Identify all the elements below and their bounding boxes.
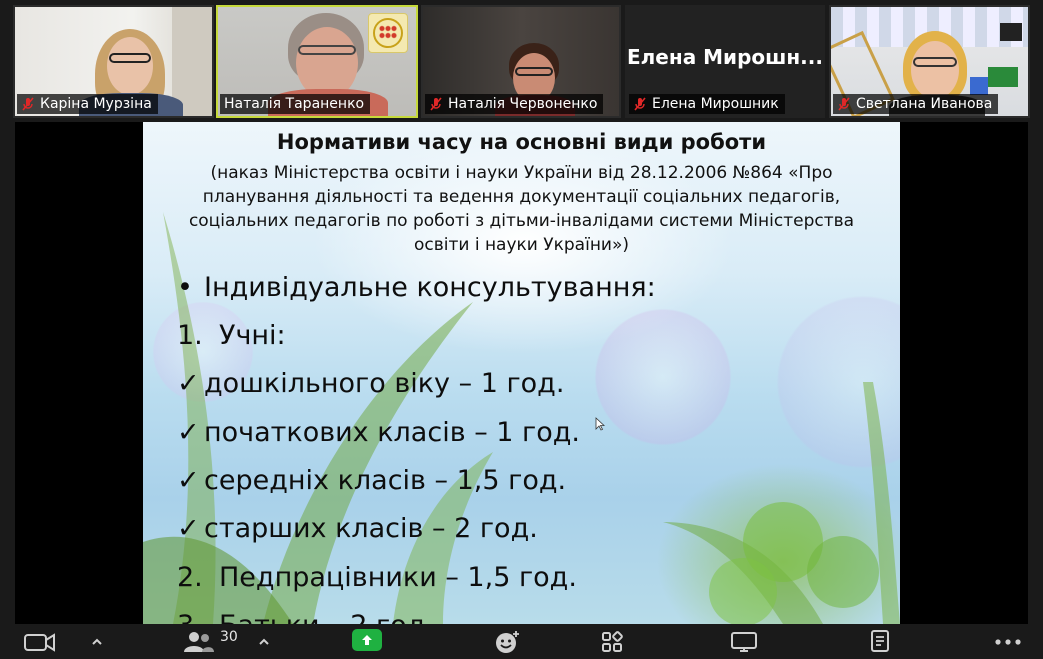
reactions-icon bbox=[496, 631, 519, 653]
slide-line-text: Батьки – 2 год. bbox=[219, 610, 434, 624]
slide-line: ✓ дошкільного віку – 1 год. bbox=[177, 368, 564, 399]
slide-line: 1. Учні: bbox=[177, 320, 286, 351]
slide-line-text: дошкільного віку – 1 год. bbox=[204, 368, 565, 399]
slide-line-text: Педпрацівники – 1,5 год. bbox=[219, 562, 577, 593]
slide-line: ✓ старших класів – 2 год. bbox=[177, 513, 538, 544]
slide-line-text: старших класів – 2 год. bbox=[204, 513, 538, 544]
participants-count: 30 bbox=[220, 629, 238, 645]
slide-line-text: Учні: bbox=[219, 320, 286, 351]
slide-line-text: Індивідуальне консультування: bbox=[204, 272, 656, 303]
bullet-marker: 1. bbox=[177, 320, 203, 351]
participant-tile-elena-miroshnik[interactable]: Елена Мирошн... Елена Мирошник bbox=[625, 5, 825, 118]
participant-nameplate: Елена Мирошник bbox=[629, 94, 785, 114]
participant-tile-natalia-chervonenko[interactable]: Наталія Червоненко bbox=[421, 5, 621, 118]
slide-line: ✓ початкових класів – 1 год. bbox=[177, 417, 580, 448]
more-icon bbox=[995, 639, 1021, 645]
participant-name: Светлана Иванова bbox=[856, 96, 993, 112]
meeting-toolbar: 30 bbox=[0, 624, 1043, 659]
participant-nameplate: Наталія Тараненко bbox=[220, 94, 371, 114]
participant-nameplate: Каріна Мурзіна bbox=[17, 94, 158, 114]
notes-icon bbox=[871, 630, 889, 652]
bullet-marker: 3. bbox=[177, 610, 219, 624]
chevron-up-icon bbox=[259, 638, 269, 645]
apps-icon bbox=[602, 631, 623, 652]
share-screen-icon bbox=[362, 635, 372, 645]
whiteboard-icon bbox=[731, 632, 757, 652]
reactions-button[interactable] bbox=[494, 628, 522, 656]
mic-muted-icon bbox=[429, 97, 443, 111]
participant-nameplate: Наталія Червоненко bbox=[425, 94, 604, 114]
mouse-cursor-icon bbox=[595, 417, 605, 431]
slide-title: Нормативи часу на основні види роботи bbox=[276, 130, 767, 154]
participant-name: Каріна Мурзіна bbox=[40, 96, 152, 112]
participants-options-button[interactable] bbox=[258, 628, 270, 656]
participant-tile-natalia-taranenko[interactable]: Наталія Тараненко bbox=[216, 5, 418, 118]
mic-muted-icon bbox=[21, 97, 35, 111]
video-options-button[interactable] bbox=[91, 628, 103, 656]
participants-icon bbox=[184, 632, 214, 652]
participant-name: Наталія Червоненко bbox=[448, 96, 598, 112]
camera-icon bbox=[24, 633, 55, 652]
organization-logo bbox=[368, 13, 408, 53]
participant-tile-svetlana-ivanova[interactable]: Светлана Иванова bbox=[829, 5, 1030, 118]
check-icon: ✓ bbox=[177, 513, 200, 544]
chevron-up-icon bbox=[92, 638, 102, 645]
participants-button[interactable]: 30 bbox=[182, 628, 238, 656]
mic-muted-icon bbox=[837, 97, 851, 111]
participant-name: Наталія Тараненко bbox=[224, 96, 365, 112]
slide-line: 3.Батьки – 2 год. bbox=[177, 610, 434, 624]
check-icon: ✓ bbox=[177, 417, 200, 448]
slide-line-text: початкових класів – 1 год. bbox=[204, 417, 580, 448]
participant-tile-karina[interactable]: Каріна Мурзіна bbox=[13, 5, 214, 118]
participant-nameplate: Светлана Иванова bbox=[833, 94, 999, 114]
slide-subtitle: (наказ Міністерства освіти і науки Украї… bbox=[188, 163, 855, 255]
apps-button[interactable] bbox=[600, 628, 624, 656]
more-button[interactable] bbox=[994, 628, 1022, 656]
bullet-marker: 2. bbox=[177, 562, 203, 593]
whiteboard-button[interactable] bbox=[730, 628, 758, 656]
slide-line: 2. Педпрацівники – 1,5 год. bbox=[177, 562, 577, 593]
participant-name: Елена Мирошник bbox=[652, 96, 779, 112]
shared-screen: Нормативи часу на основні види роботи (н… bbox=[15, 122, 1028, 624]
bullet-marker: • bbox=[177, 272, 193, 303]
slide-line: • Індивідуальне консультування: bbox=[177, 272, 656, 303]
mic-muted-icon bbox=[633, 97, 647, 111]
presentation-slide: Нормативи часу на основні види роботи (н… bbox=[143, 122, 900, 624]
notes-button[interactable] bbox=[868, 628, 892, 656]
slide-line-text: середніх класів – 1,5 год. bbox=[204, 465, 567, 496]
participant-gallery: Каріна Мурзіна Наталія Тараненко Наталія… bbox=[0, 0, 1043, 122]
check-icon: ✓ bbox=[177, 368, 200, 399]
share-screen-button[interactable] bbox=[352, 629, 382, 651]
video-button[interactable] bbox=[24, 628, 56, 656]
check-icon: ✓ bbox=[177, 465, 200, 496]
slide-line: ✓ середніх класів – 1,5 год. bbox=[177, 465, 566, 496]
